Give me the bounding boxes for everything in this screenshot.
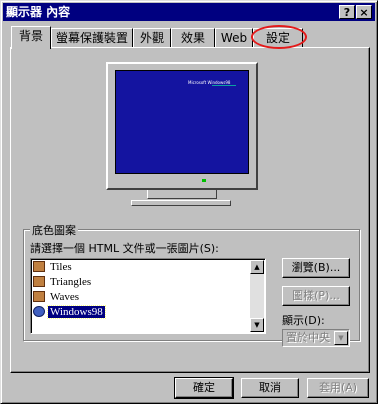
tab-background[interactable]: 背景 (11, 26, 51, 49)
list-item[interactable]: Waves (33, 290, 81, 305)
wallpaper-prompt: 請選擇一個 HTML 文件或一張圖片(S): (30, 242, 219, 255)
image-file-icon (33, 291, 45, 302)
display-mode-value: 置於中央 (286, 331, 330, 344)
apply-button[interactable]: 套用(A) (307, 378, 369, 398)
pattern-button[interactable]: 圖樣(P)... (282, 286, 350, 306)
listbox-scrollbar[interactable]: ▲ ▼ (250, 260, 264, 332)
monitor-base (131, 200, 231, 206)
display-mode-select[interactable]: 置於中央 ▼ (282, 329, 350, 347)
title-bar: 顯示器 內容 ? × (3, 3, 375, 21)
power-led-icon (202, 179, 206, 182)
image-file-icon (33, 276, 45, 287)
preview-logo-line (212, 85, 236, 86)
tab-screen-saver[interactable]: 螢幕保護裝置 (51, 28, 133, 48)
display-mode-label: 顯示(D): (282, 314, 325, 327)
wallpaper-group-label: 底色圖案 (30, 222, 78, 238)
tab-appearance[interactable]: 外觀 (133, 28, 171, 48)
desktop-preview: Microsoft Windows98 (115, 70, 249, 174)
display-properties-window: 顯示器 內容 ? × 背景 螢幕保護裝置 外觀 效果 Web 設定 Micros… (0, 0, 378, 404)
dropdown-arrow-icon[interactable]: ▼ (334, 331, 348, 345)
monitor-preview: Microsoft Windows98 (106, 62, 258, 190)
cancel-button[interactable]: 取消 (241, 378, 299, 398)
ok-button[interactable]: 確定 (174, 377, 234, 399)
help-button[interactable]: ? (339, 5, 355, 19)
annotation-circle (251, 25, 307, 49)
image-file-icon (33, 261, 45, 272)
tab-web[interactable]: Web (215, 28, 253, 48)
scroll-up-arrow-icon[interactable]: ▲ (250, 260, 264, 274)
scroll-down-arrow-icon[interactable]: ▼ (250, 318, 264, 332)
list-item[interactable]: Tiles (33, 260, 74, 275)
wallpaper-group: 底色圖案 請選擇一個 HTML 文件或一張圖片(S): Tiles Triang… (23, 222, 360, 347)
tab-effects[interactable]: 效果 (171, 28, 215, 48)
monitor-neck (147, 190, 217, 199)
tab-panel-background: Microsoft Windows98 底色圖案 請選擇一個 HTML 文件或一… (10, 47, 370, 373)
list-item[interactable]: Triangles (33, 275, 93, 290)
browse-button[interactable]: 瀏覽(B)... (282, 258, 350, 278)
close-button[interactable]: × (356, 5, 372, 19)
window-title: 顯示器 內容 (6, 5, 71, 19)
wallpaper-listbox[interactable]: Tiles Triangles Waves Windows98 ▲ ▼ (30, 258, 266, 334)
list-item-selected[interactable]: Windows98 (33, 305, 106, 320)
windows-logo-icon (33, 306, 45, 317)
